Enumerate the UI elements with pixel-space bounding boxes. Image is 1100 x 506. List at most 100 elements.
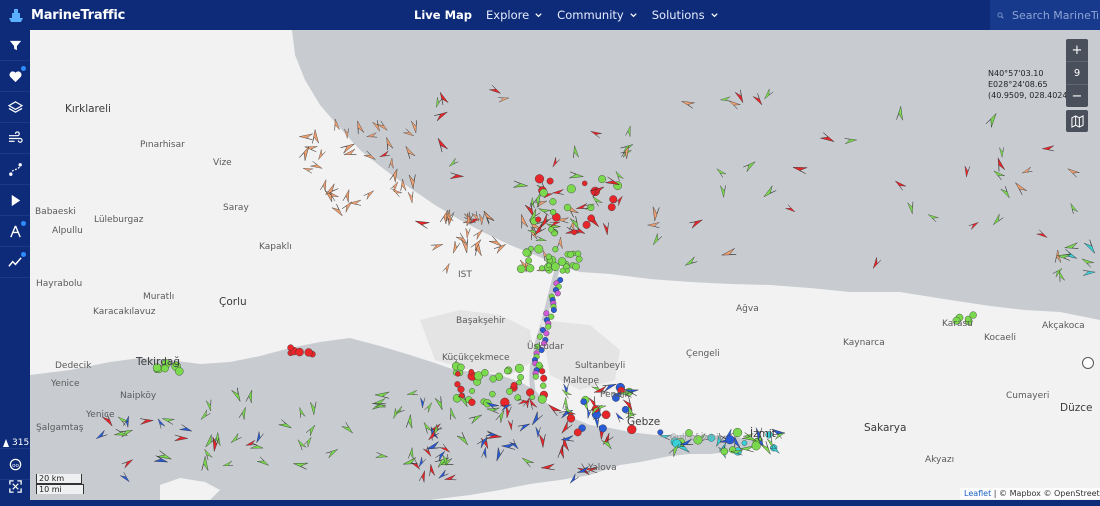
vessel-marker[interactable]: [179, 424, 193, 433]
vessel-marker[interactable]: [435, 137, 448, 153]
vessel-marker[interactable]: [325, 447, 339, 459]
vessel-marker[interactable]: [363, 189, 376, 200]
vessel-marker[interactable]: [444, 474, 457, 482]
vessel-marker[interactable]: [391, 187, 403, 197]
vessel-marker[interactable]: [871, 257, 882, 269]
anchored-vessel-marker[interactable]: [551, 262, 560, 272]
anchored-vessel-marker[interactable]: [534, 174, 545, 184]
vessel-marker[interactable]: [302, 166, 314, 174]
vessel-marker[interactable]: [389, 168, 400, 183]
vessel-marker[interactable]: [498, 96, 509, 103]
anchored-vessel-marker[interactable]: [489, 375, 497, 383]
anchored-vessel-marker[interactable]: [554, 290, 561, 297]
anchored-vessel-marker[interactable]: [525, 257, 532, 264]
anchored-vessel-marker[interactable]: [489, 390, 496, 398]
vessel-marker[interactable]: [569, 215, 581, 231]
vessel-marker[interactable]: [540, 463, 555, 471]
vessel-marker[interactable]: [568, 473, 579, 485]
anchored-vessel-marker[interactable]: [514, 363, 524, 373]
anchored-vessel-marker[interactable]: [457, 363, 465, 372]
anchored-vessel-marker[interactable]: [564, 268, 570, 274]
anchored-vessel-marker[interactable]: [601, 410, 611, 420]
vessel-marker[interactable]: [299, 133, 313, 140]
vessel-marker[interactable]: [120, 472, 131, 483]
zoom-in-button[interactable]: +: [1066, 39, 1088, 62]
vessel-marker[interactable]: [448, 158, 459, 168]
vessel-marker[interactable]: [651, 206, 660, 222]
anchored-vessel-marker[interactable]: [572, 262, 580, 271]
vessel-marker[interactable]: [414, 218, 430, 229]
vessel-marker[interactable]: [442, 262, 452, 274]
anchored-vessel-marker[interactable]: [563, 203, 572, 212]
anchored-vessel-marker[interactable]: [559, 267, 566, 274]
vessel-marker[interactable]: [418, 470, 427, 483]
vessel-marker[interactable]: [752, 93, 764, 106]
vessel-marker[interactable]: [430, 242, 444, 251]
anchored-vessel-marker[interactable]: [587, 214, 595, 223]
vessel-marker[interactable]: [405, 414, 413, 429]
anchored-vessel-marker[interactable]: [539, 188, 548, 197]
vessel-marker[interactable]: [278, 419, 293, 431]
vessel-marker[interactable]: [1042, 145, 1055, 152]
vessel-marker[interactable]: [517, 421, 531, 432]
anchored-vessel-marker[interactable]: [566, 184, 576, 194]
anchored-vessel-marker[interactable]: [549, 209, 557, 216]
vessel-marker[interactable]: [927, 212, 939, 222]
vessel-marker[interactable]: [590, 129, 602, 139]
vessel-marker[interactable]: [715, 167, 727, 178]
vessel-marker[interactable]: [684, 256, 698, 268]
vessel-marker[interactable]: [896, 106, 903, 121]
vessel-marker[interactable]: [331, 203, 345, 218]
analytics-button[interactable]: [0, 247, 30, 278]
vessel-marker[interactable]: [374, 391, 390, 399]
vessel-marker[interactable]: [333, 118, 340, 131]
vessel-marker[interactable]: [341, 200, 354, 213]
vessel-marker[interactable]: [681, 99, 695, 109]
vessel-marker[interactable]: [340, 141, 356, 154]
vessel-marker[interactable]: [559, 420, 573, 435]
vessel-marker[interactable]: [238, 406, 248, 420]
vessel-marker[interactable]: [245, 389, 255, 404]
vessel-marker[interactable]: [1084, 239, 1097, 255]
vessel-marker[interactable]: [422, 421, 433, 434]
vessel-marker[interactable]: [420, 397, 426, 409]
anchored-vessel-marker[interactable]: [574, 250, 582, 257]
vessel-marker[interactable]: [473, 228, 484, 240]
vessel-marker[interactable]: [202, 448, 213, 460]
vessel-marker[interactable]: [999, 147, 1005, 158]
vessel-marker[interactable]: [303, 436, 313, 448]
vessel-marker[interactable]: [468, 412, 483, 424]
anchored-vessel-marker[interactable]: [732, 427, 743, 438]
vessel-marker[interactable]: [547, 402, 562, 417]
vessel-marker[interactable]: [461, 238, 470, 254]
anchored-vessel-marker[interactable]: [609, 195, 618, 204]
vessel-marker[interactable]: [450, 172, 464, 180]
vessel-marker[interactable]: [161, 416, 175, 425]
anchored-vessel-marker[interactable]: [725, 435, 735, 445]
vessel-marker[interactable]: [521, 456, 534, 468]
vessel-marker[interactable]: [1066, 166, 1080, 178]
vessel-marker[interactable]: [403, 128, 415, 138]
vessel-marker[interactable]: [625, 125, 632, 137]
anchored-vessel-marker[interactable]: [741, 440, 748, 446]
vessel-marker[interactable]: [689, 217, 703, 229]
vessel-marker[interactable]: [95, 430, 108, 441]
vessel-marker[interactable]: [743, 159, 757, 172]
anchored-vessel-marker[interactable]: [546, 177, 554, 185]
vessel-marker[interactable]: [448, 407, 456, 420]
anchored-vessel-marker[interactable]: [582, 220, 591, 229]
vessel-marker[interactable]: [320, 179, 328, 192]
anchored-vessel-marker[interactable]: [598, 175, 606, 184]
vessel-marker[interactable]: [465, 227, 471, 239]
vessel-marker[interactable]: [734, 89, 746, 104]
vessel-marker[interactable]: [121, 457, 134, 469]
vessel-marker[interactable]: [434, 109, 448, 122]
anchored-vessel-marker[interactable]: [539, 265, 545, 272]
zoom-out-button[interactable]: −: [1066, 85, 1088, 107]
vessel-marker[interactable]: [222, 460, 234, 468]
weather-button[interactable]: [0, 123, 30, 154]
vessel-marker[interactable]: [569, 171, 584, 180]
vessel-marker[interactable]: [408, 174, 416, 189]
anchored-vessel-marker[interactable]: [545, 253, 552, 260]
vessel-marker[interactable]: [720, 96, 731, 102]
